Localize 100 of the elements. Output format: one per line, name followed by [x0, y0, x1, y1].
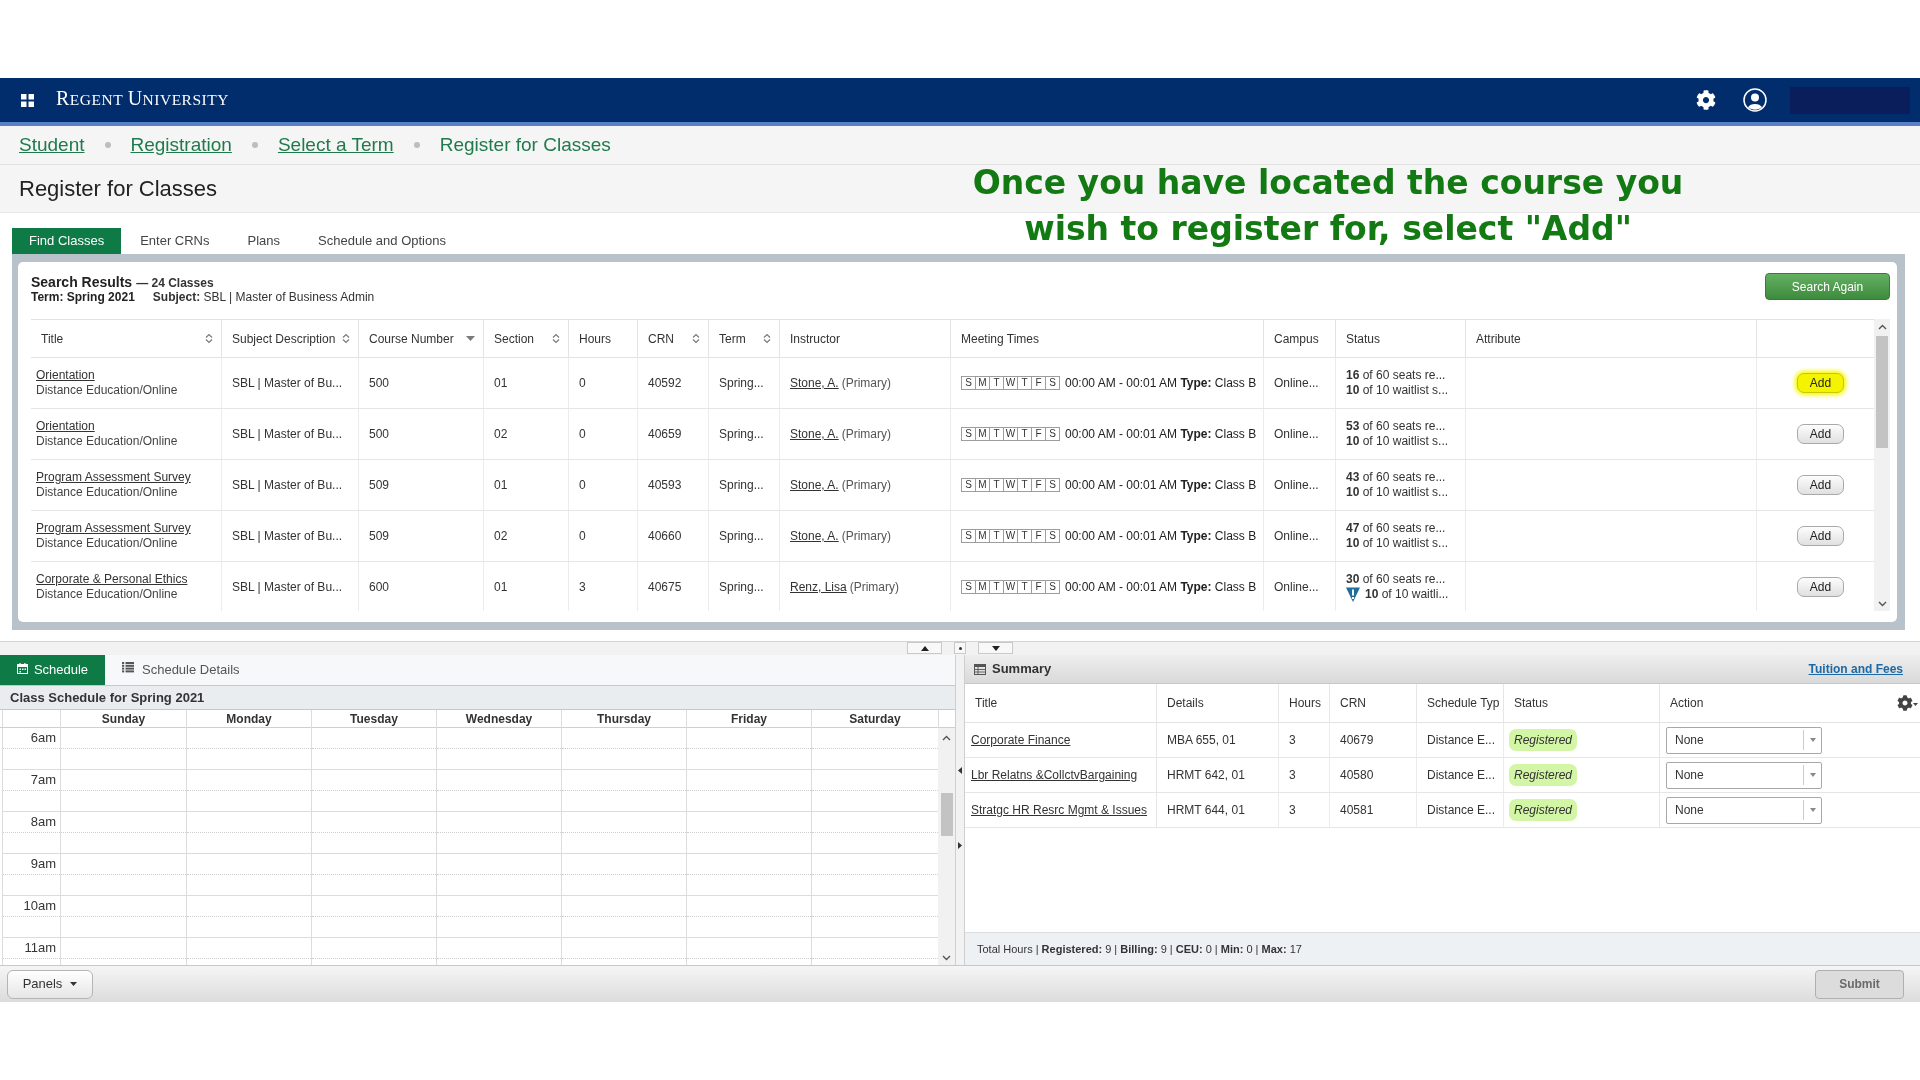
- add-button[interactable]: Add: [1797, 577, 1844, 597]
- page-title: Register for Classes: [19, 175, 218, 203]
- instructor-role-text: (Primary): [841, 528, 892, 545]
- table-cell: Distance E...: [1417, 793, 1504, 827]
- schedule-tab[interactable]: Schedule: [0, 655, 105, 685]
- time-label: 11am: [24, 940, 56, 955]
- table-icon: [974, 663, 986, 675]
- time-label: 6am: [30, 730, 56, 745]
- sort-arrows-icon[interactable]: [552, 333, 560, 344]
- sort-arrows-icon[interactable]: [342, 333, 350, 344]
- sort-arrows-icon[interactable]: [692, 333, 700, 344]
- splitter-grip-icon[interactable]: [954, 642, 966, 654]
- scroll-up-icon[interactable]: [942, 735, 951, 741]
- tab[interactable]: Plans: [228, 228, 300, 254]
- course-title-link[interactable]: Orientation: [36, 368, 95, 383]
- schedule-tab[interactable]: Schedule Details: [105, 655, 250, 685]
- instructor-link[interactable]: Stone, A.: [790, 527, 839, 545]
- delivery-method-text: Distance Education/Online: [36, 485, 178, 500]
- meeting-time-text: 00:00 AM - 00:01 AM Type: Class B: [1065, 528, 1257, 545]
- day-header: Tuesday: [312, 710, 437, 728]
- day-indicator: S: [1045, 580, 1060, 594]
- results-title: Search Results: [31, 273, 133, 292]
- day-indicator: T: [989, 529, 1004, 543]
- day-indicator: S: [1045, 478, 1060, 492]
- column-header: Title: [41, 330, 64, 348]
- day-indicator: S: [961, 427, 976, 441]
- table-cell: 0: [569, 409, 638, 459]
- add-button[interactable]: Add: [1797, 475, 1844, 495]
- scrollbar[interactable]: [938, 728, 955, 965]
- day-indicator: W: [1003, 580, 1018, 594]
- waitlist-status-text: 10 of 10 waitlist s...: [1346, 536, 1449, 551]
- sort-arrows-icon[interactable]: [763, 333, 771, 344]
- collapse-down-button[interactable]: [978, 642, 1013, 654]
- course-title-link[interactable]: Orientation: [36, 419, 95, 434]
- caret-left-icon: [958, 767, 962, 774]
- tab[interactable]: Enter CRNs: [121, 228, 229, 254]
- list-icon: [122, 662, 134, 673]
- time-label: 8am: [30, 814, 56, 829]
- user-account-icon[interactable]: [1743, 88, 1767, 112]
- breadcrumb-link[interactable]: Registration: [130, 133, 232, 157]
- app-grid-icon[interactable]: [21, 93, 34, 107]
- course-title-link[interactable]: Program Assessment Survey: [36, 521, 191, 536]
- table-cell: SBL | Master of Bu...: [222, 460, 359, 510]
- add-button[interactable]: Add: [1797, 526, 1844, 546]
- add-button[interactable]: Add: [1797, 424, 1844, 444]
- table-cell: 3: [1279, 758, 1330, 792]
- caret-down-icon: [1809, 773, 1816, 777]
- course-title-link[interactable]: Lbr Relatns &CollctvBargaining: [971, 766, 1138, 784]
- scroll-down-icon[interactable]: [942, 955, 951, 961]
- course-title-link[interactable]: Corporate & Personal Ethics: [36, 572, 188, 587]
- table-cell: SBL | Master of Bu...: [222, 358, 359, 408]
- table-cell: 40592: [638, 358, 709, 408]
- table-cell: Spring...: [709, 409, 780, 459]
- day-indicator: T: [989, 478, 1004, 492]
- settings-icon[interactable]: [1897, 695, 1918, 711]
- course-title-link[interactable]: Corporate Finance: [971, 731, 1071, 749]
- column-header: Course Number: [369, 330, 454, 348]
- day-indicator: T: [1017, 478, 1032, 492]
- breadcrumb-link[interactable]: Student: [19, 133, 85, 157]
- table-cell: 3: [1279, 793, 1330, 827]
- column-header: Hours: [579, 330, 611, 348]
- scrollbar[interactable]: [1874, 319, 1890, 611]
- sort-descending-icon[interactable]: [466, 336, 475, 341]
- instructor-link[interactable]: Renz, Lisa: [790, 578, 847, 596]
- collapse-up-button[interactable]: [907, 642, 942, 654]
- panels-button[interactable]: Panels: [7, 969, 93, 999]
- scroll-up-icon[interactable]: [1877, 324, 1887, 330]
- table-cell: SBL | Master of Bu...: [222, 409, 359, 459]
- course-title-link[interactable]: Program Assessment Survey: [36, 470, 191, 485]
- instructor-role-text: (Primary): [841, 426, 892, 443]
- instructor-link[interactable]: Stone, A.: [790, 476, 839, 494]
- table-cell: Spring...: [709, 460, 780, 510]
- course-title-link[interactable]: Stratgc HR Resrc Mgmt & Issues: [971, 801, 1148, 819]
- instructor-link[interactable]: Stone, A.: [790, 374, 839, 392]
- table-cell: 500: [359, 409, 484, 459]
- tab[interactable]: Schedule and Options: [299, 228, 465, 254]
- column-header: CRN: [1340, 695, 1366, 712]
- column-header: Instructor: [790, 330, 840, 348]
- action-dropdown[interactable]: None: [1666, 761, 1822, 789]
- column-header: Campus: [1274, 330, 1319, 348]
- table-cell: 01: [484, 562, 569, 611]
- action-dropdown[interactable]: None: [1666, 796, 1822, 824]
- tuition-fees-link[interactable]: Tuition and Fees: [1808, 660, 1903, 678]
- table-cell: 02: [484, 409, 569, 459]
- day-indicator: S: [1045, 427, 1060, 441]
- instructor-link[interactable]: Stone, A.: [790, 425, 839, 443]
- scroll-down-icon[interactable]: [1877, 601, 1887, 607]
- scrollbar-thumb[interactable]: [940, 793, 953, 836]
- add-button[interactable]: Add: [1797, 373, 1844, 393]
- sort-arrows-icon[interactable]: [205, 333, 213, 344]
- scrollbar-thumb[interactable]: [1876, 336, 1888, 448]
- action-dropdown[interactable]: None: [1666, 726, 1822, 754]
- caret-up-icon: [920, 645, 929, 651]
- column-header: Action: [1670, 695, 1704, 712]
- tab[interactable]: Find Classes: [12, 228, 122, 254]
- settings-icon[interactable]: [1696, 90, 1716, 110]
- table-cell: Online...: [1264, 409, 1336, 459]
- day-indicator: W: [1003, 376, 1018, 390]
- caret-right-icon: [958, 842, 962, 849]
- breadcrumb-link[interactable]: Select a Term: [277, 133, 394, 157]
